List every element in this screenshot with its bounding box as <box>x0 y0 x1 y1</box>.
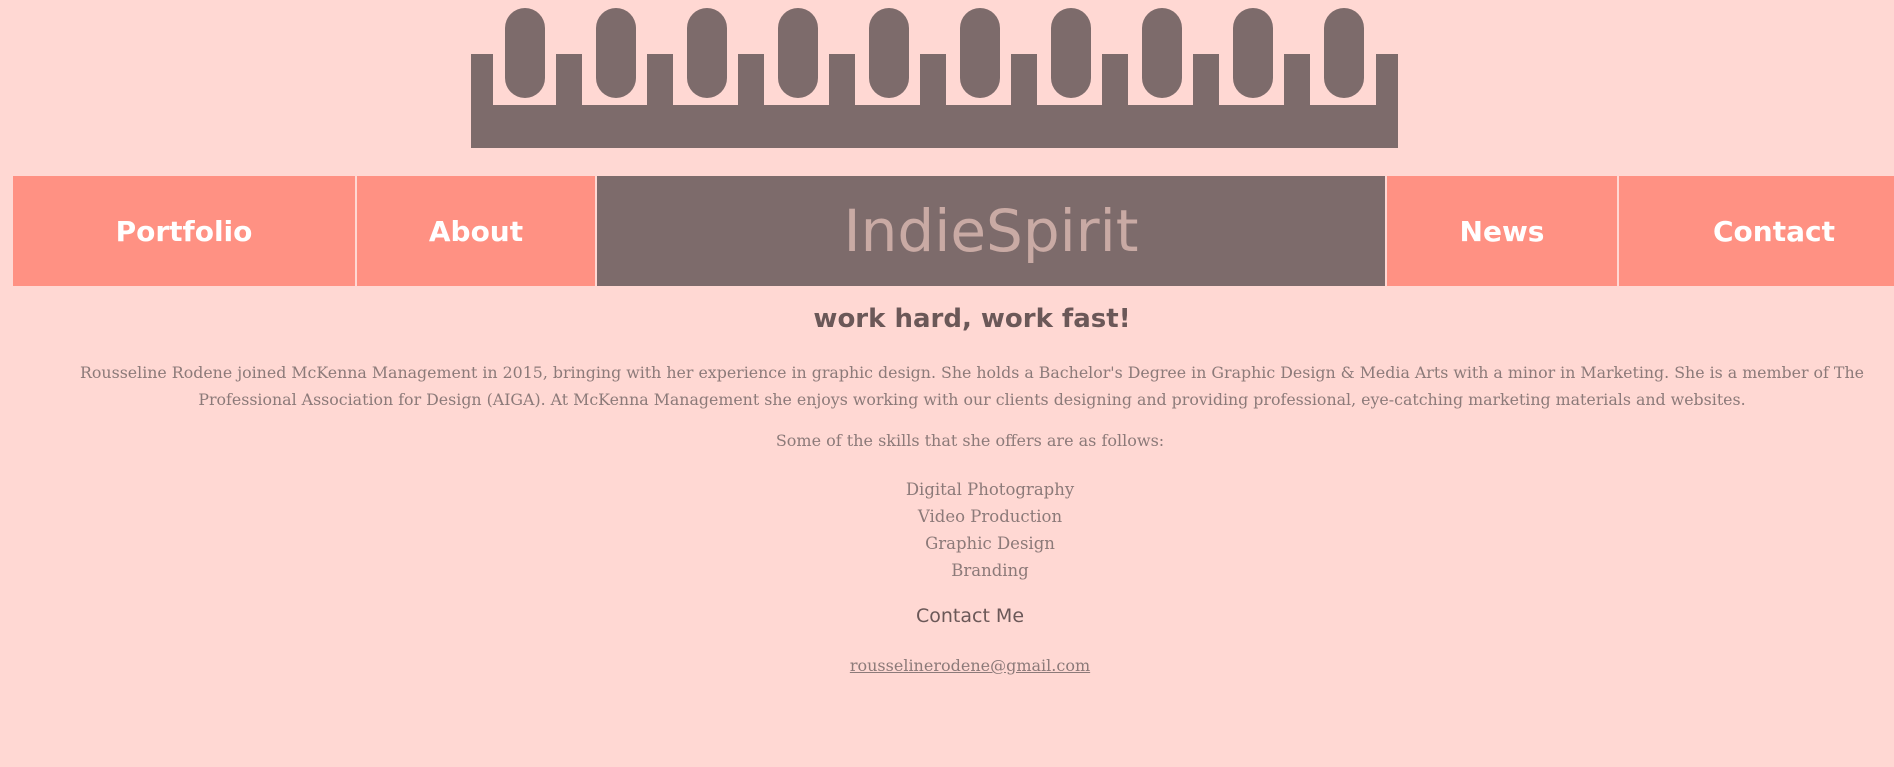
bio-paragraph: Rousseline Rodene joined McKenna Managem… <box>80 363 1864 409</box>
main-nav: Portfolio About IndieSpirit News Contact <box>13 176 1894 286</box>
logo-graphic <box>471 8 1398 148</box>
contact-heading: Contact Me <box>915 605 1025 627</box>
skills-list: Digital Photography Video Production Gra… <box>0 476 1894 584</box>
nav-about[interactable]: About <box>357 176 597 286</box>
nav-news[interactable]: News <box>1387 176 1619 286</box>
skill-item: Video Production <box>917 507 1063 526</box>
email-link[interactable]: rousselinerodene@gmail.com <box>850 656 1090 675</box>
skill-item: Branding <box>951 561 1029 580</box>
tagline: work hard, work fast! <box>813 304 1131 334</box>
brand-logo-text[interactable]: IndieSpirit <box>597 176 1387 286</box>
email-container: rousselinerodene@gmail.com <box>0 656 1894 675</box>
skill-item: Digital Photography <box>905 480 1075 499</box>
nav-contact[interactable]: Contact <box>1619 176 1894 286</box>
skill-item: Graphic Design <box>925 534 1055 553</box>
nav-portfolio[interactable]: Portfolio <box>13 176 357 286</box>
skills-intro: Some of the skills that she offers are a… <box>775 431 1165 450</box>
